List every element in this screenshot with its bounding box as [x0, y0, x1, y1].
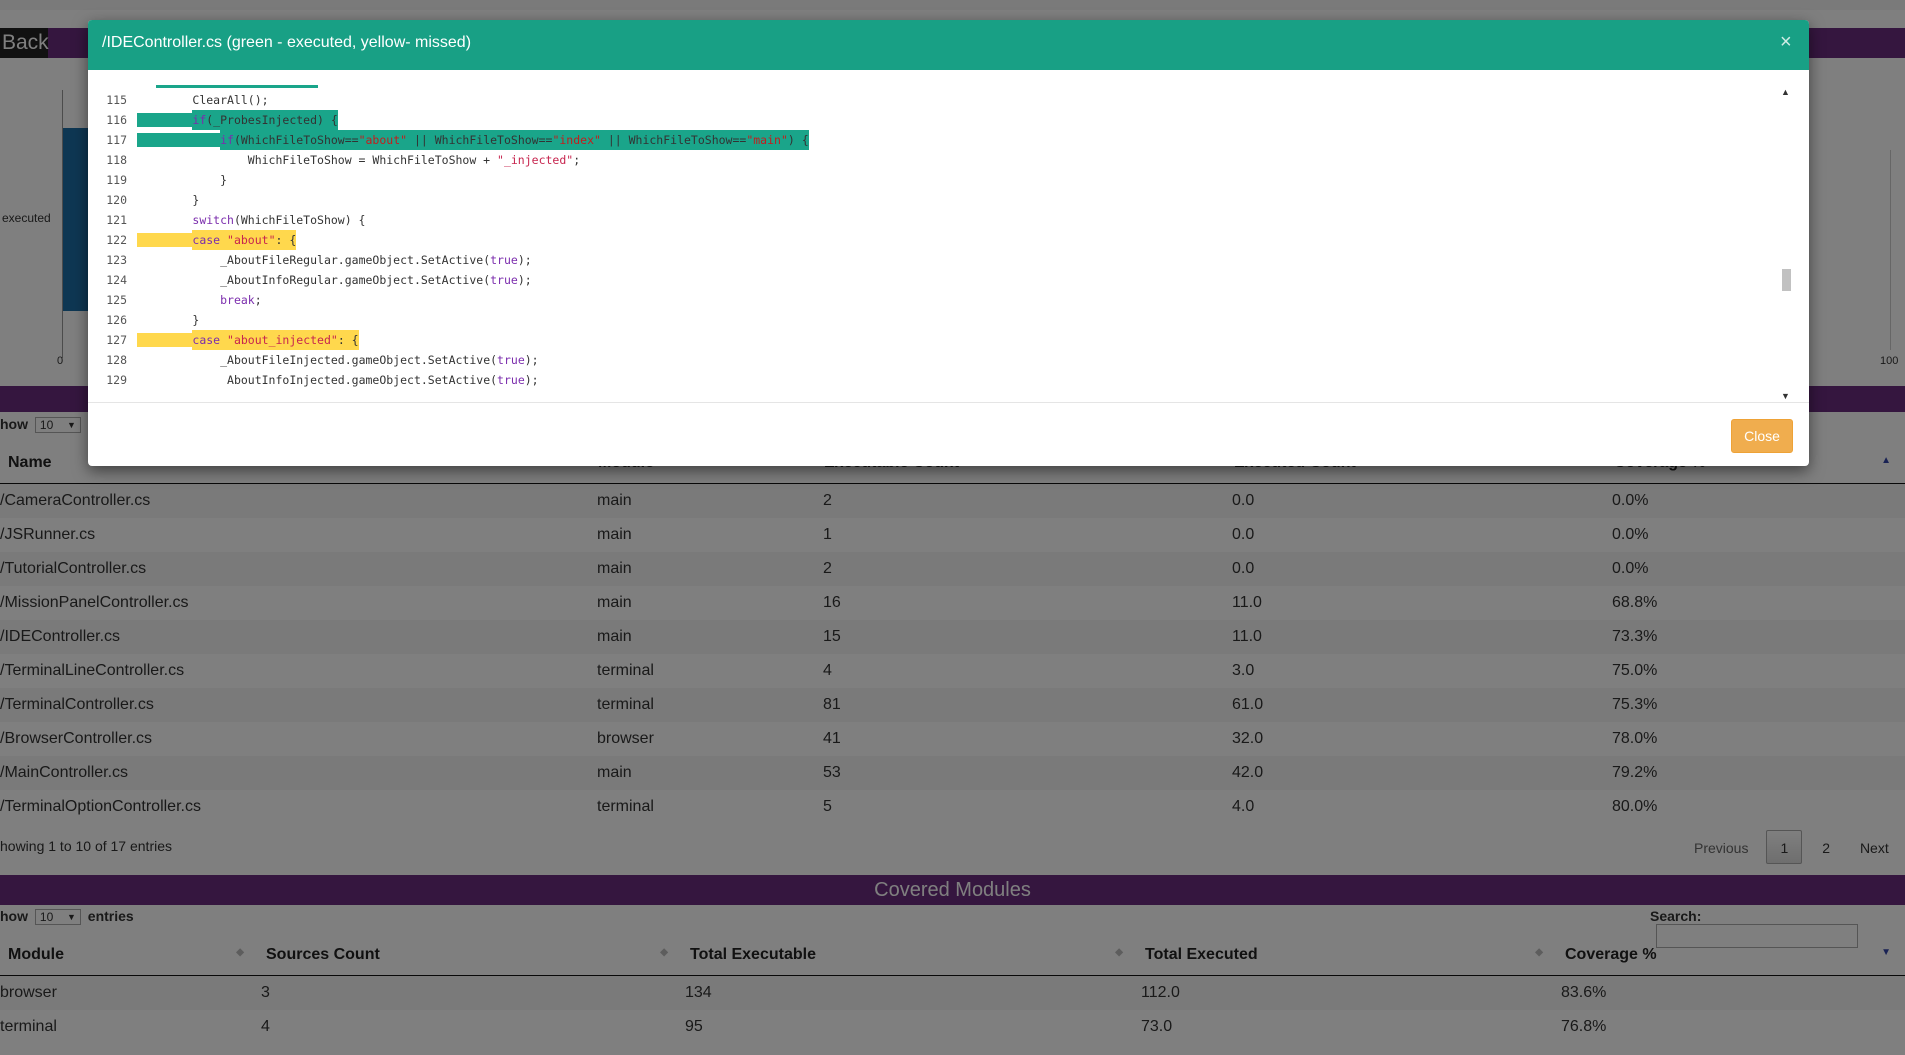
code-line: 121 switch(WhichFileToShow) {: [103, 210, 366, 230]
line-number: 125: [106, 293, 127, 307]
line-number: 124: [106, 273, 127, 287]
code-text: }: [192, 313, 200, 327]
line-number: 129: [106, 373, 127, 387]
code-text: }: [192, 193, 200, 207]
code-text: ClearAll();: [192, 93, 269, 107]
scroll-up-icon[interactable]: ▲: [1781, 87, 1790, 97]
line-number: 122: [106, 233, 127, 247]
code-indent: [137, 333, 193, 347]
modal-footer-divider: [88, 402, 1809, 403]
code-text: AboutInfoInjected.gameObject.SetActive(t…: [227, 373, 539, 387]
code-line: 125 break;: [103, 290, 262, 310]
code-line: 120 }: [103, 190, 199, 210]
line-number: 117: [106, 133, 127, 147]
modal-title: /IDEController.cs (green - executed, yel…: [102, 34, 472, 51]
code-line: 122 case "about": {: [103, 230, 297, 250]
code-indent: [137, 233, 193, 247]
line-number: 127: [106, 333, 127, 347]
line-number: 118: [106, 153, 127, 167]
code-line: 115 ClearAll();: [103, 90, 269, 110]
line-number: 116: [106, 113, 127, 127]
code-text: case "about": {: [192, 230, 297, 250]
line-number: 121: [106, 213, 127, 227]
code-text: _AboutFileInjected.gameObject.SetActive(…: [220, 353, 539, 367]
line-number: 126: [106, 313, 127, 327]
code-indent: [137, 133, 221, 147]
line-number: 119: [106, 173, 127, 187]
scroll-down-icon[interactable]: ▼: [1781, 391, 1790, 401]
line-number: 128: [106, 353, 127, 367]
line-number: 123: [106, 253, 127, 267]
code-line: 123 _AboutFileRegular.gameObject.SetActi…: [103, 250, 532, 270]
code-scrollbar[interactable]: ▲ ▼: [1778, 85, 1794, 408]
code-text: WhichFileToShow = WhichFileToShow + "_in…: [247, 153, 581, 167]
code-text: if(WhichFileToShow=="about" || WhichFile…: [220, 130, 809, 150]
code-text: break;: [220, 293, 262, 307]
modal-header: /IDEController.cs (green - executed, yel…: [88, 20, 1809, 70]
prev-line-highlight: [156, 85, 318, 88]
code-line: 129 AboutInfoInjected.gameObject.SetActi…: [103, 370, 539, 390]
close-icon[interactable]: ×: [1780, 31, 1792, 54]
code-line: 117 if(WhichFileToShow=="about" || Which…: [103, 130, 809, 150]
code-text: }: [220, 173, 228, 187]
code-text: _AboutInfoRegular.gameObject.SetActive(t…: [220, 273, 532, 287]
coverage-modal: /IDEController.cs (green - executed, yel…: [88, 20, 1809, 466]
code-line: 124 _AboutInfoRegular.gameObject.SetActi…: [103, 270, 532, 290]
code-line: 128 _AboutFileInjected.gameObject.SetAct…: [103, 350, 539, 370]
code-line: 126 }: [103, 310, 199, 330]
code-indent: [137, 113, 193, 127]
line-number: 115: [106, 93, 127, 107]
code-line: 118 WhichFileToShow = WhichFileToShow + …: [103, 150, 580, 170]
code-line: 116 if(_ProbesInjected) {: [103, 110, 338, 130]
code-text: _AboutFileRegular.gameObject.SetActive(t…: [220, 253, 532, 267]
code-viewer[interactable]: 115 ClearAll(); 116 if(_ProbesInjected) {…: [103, 85, 1783, 408]
close-button[interactable]: Close: [1731, 419, 1793, 453]
scroll-thumb[interactable]: [1782, 269, 1791, 291]
code-text: case "about_injected": {: [192, 330, 359, 350]
code-text: switch(WhichFileToShow) {: [192, 213, 366, 227]
code-text: if(_ProbesInjected) {: [192, 110, 338, 130]
line-number: 120: [106, 193, 127, 207]
code-line: 127 case "about_injected": {: [103, 330, 359, 350]
code-line: 119 }: [103, 170, 227, 190]
